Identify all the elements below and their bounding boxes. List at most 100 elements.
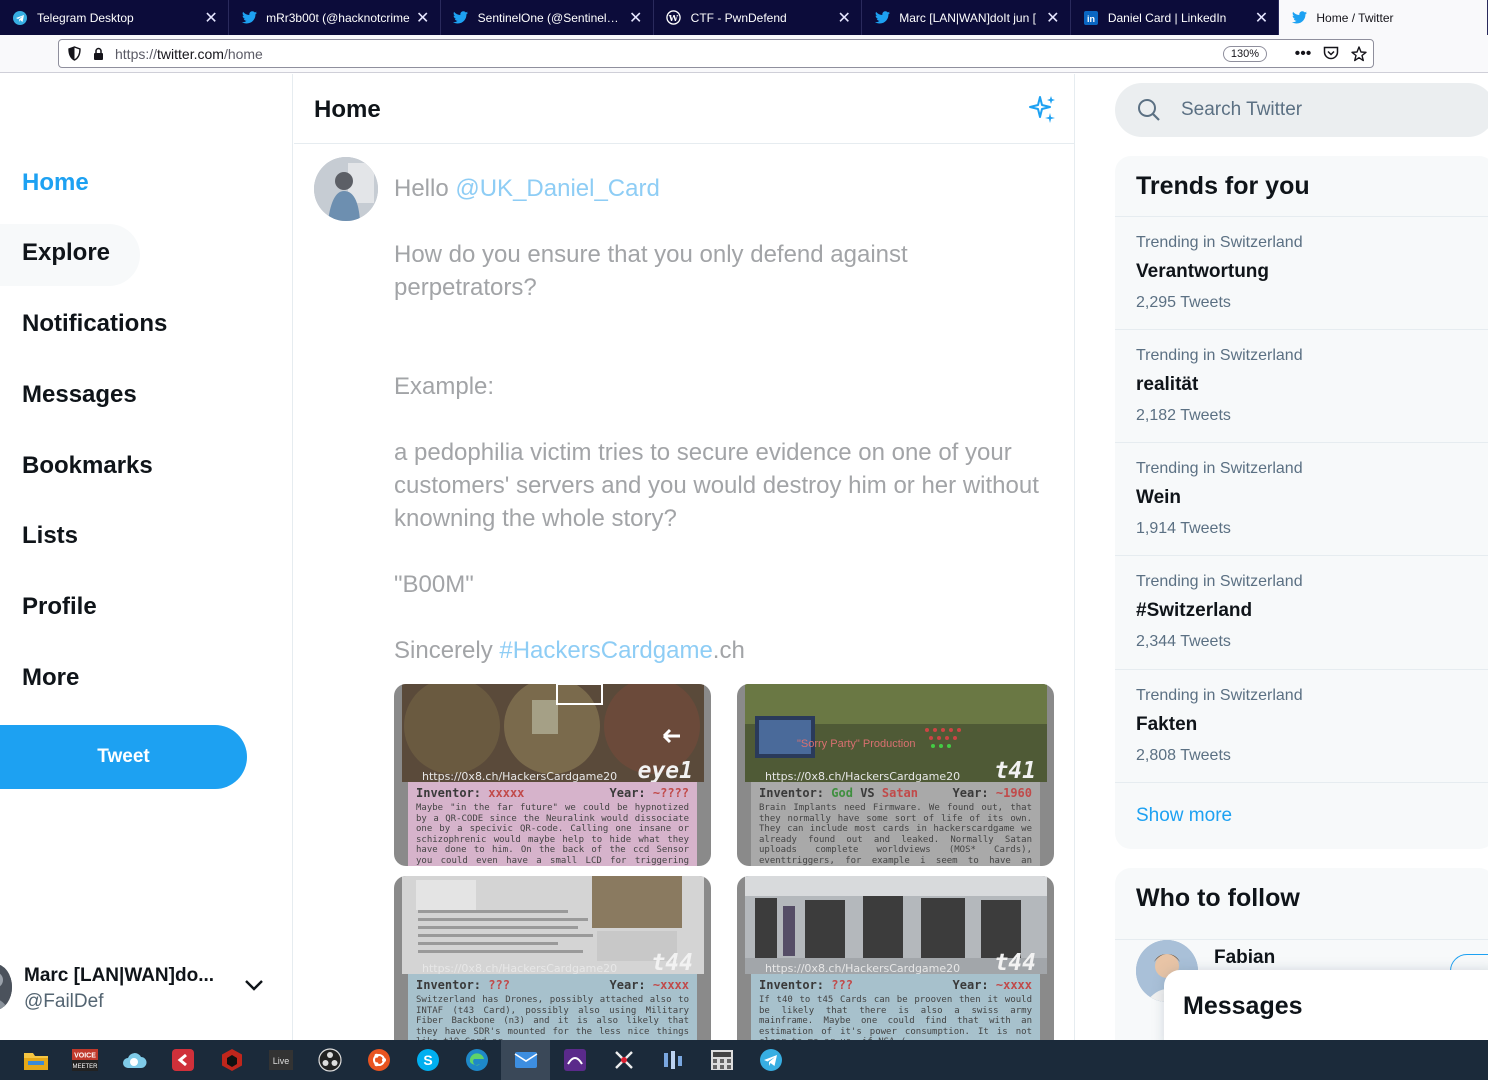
card-body: Inventor: ??? Year: ~xxxx Switzerland ha… (408, 974, 697, 1040)
svg-text:MEETER: MEETER (72, 1064, 98, 1070)
tab-marc[interactable]: Marc [LAN|WAN]doIt jun [ ✕ (862, 0, 1071, 35)
obs-icon[interactable] (305, 1040, 354, 1080)
trend-count: 1,914 Tweets (1136, 520, 1231, 537)
trend-item[interactable]: Trending in Switzerland Verantwortung 2,… (1115, 216, 1488, 329)
mail-icon[interactable] (501, 1040, 550, 1080)
live-icon[interactable]: Live (256, 1040, 305, 1080)
follow-suggestion-name: Fabian (1214, 947, 1276, 968)
inventor-label: Inventor: (416, 978, 482, 992)
tweet[interactable]: Hello @UK_Daniel_Card How do you ensure … (294, 144, 1075, 1040)
tool-icon[interactable] (648, 1040, 697, 1080)
nav-bookmarks[interactable]: Bookmarks (22, 452, 153, 480)
tab-sentinelone[interactable]: SentinelOne (@SentinelOne) ✕ (441, 0, 654, 35)
card-code: eye1 (637, 758, 693, 784)
trend-item[interactable]: Trending in Switzerland Fakten 2,808 Twe… (1115, 669, 1488, 782)
tab-strip: Telegram Desktop ✕ mRr3b00t (@hacknotcri… (0, 0, 1488, 35)
year-label: Year: (609, 978, 646, 992)
trend-item[interactable]: Trending in Switzerland #Switzerland 2,3… (1115, 555, 1488, 668)
svg-text:in: in (1087, 14, 1095, 24)
account-switcher[interactable]: Marc [LAN|WAN]do... @FailDef (0, 954, 293, 1024)
card-overlay-caption: "Sorry Party" Production (797, 738, 916, 750)
messages-drawer-title: Messages (1183, 992, 1303, 1020)
pocket-icon[interactable] (1317, 46, 1345, 61)
ubuntu-icon[interactable] (354, 1040, 403, 1080)
file-explorer-icon[interactable] (11, 1040, 60, 1080)
search-input[interactable]: Search Twitter (1115, 83, 1488, 137)
card-inventor-row: Inventor: ??? Year: ~xxxx (759, 978, 1032, 992)
avatar[interactable] (314, 157, 378, 221)
tab-title: Marc [LAN|WAN]doIt jun [ (899, 10, 1036, 25)
card-description: Brain Implants need Firmware. We found o… (759, 803, 1032, 866)
nav-messages[interactable]: Messages (22, 381, 137, 409)
page-title: Home (314, 96, 381, 123)
cloud-icon[interactable] (109, 1040, 158, 1080)
trend-name: Fakten (1136, 714, 1198, 735)
mention-link[interactable]: @UK_Daniel_Card (455, 175, 659, 202)
trend-count: 2,344 Tweets (1136, 633, 1231, 650)
trend-name: realität (1136, 374, 1199, 395)
nav-more[interactable]: More (22, 664, 79, 692)
hashtag-link[interactable]: #HackersCardgame (499, 637, 712, 664)
url-host: twitter.com (157, 45, 224, 62)
card-inventor-row: Inventor: God VS Satan Year: ~1960 (759, 786, 1032, 800)
zoom-indicator[interactable]: 130% (1222, 45, 1267, 62)
sparkle-icon[interactable] (1027, 94, 1057, 129)
media-card-t44-a[interactable]: https://0x8.ch/HackersCardgame20 t44 Inv… (394, 876, 711, 1040)
account-handle: @FailDef (24, 991, 104, 1012)
more-actions-icon[interactable]: ••• (1289, 45, 1317, 63)
close-icon[interactable]: ✕ (629, 8, 643, 28)
tweet-button[interactable]: Tweet (0, 725, 247, 789)
media-card-t41[interactable]: "Sorry Party" Production https://0x8.ch/… (737, 684, 1054, 866)
nav-notifications[interactable]: Notifications (22, 310, 167, 338)
timeline-header: Home (294, 74, 1075, 144)
close-icon[interactable]: ✕ (837, 8, 851, 28)
twitter-icon (241, 10, 257, 26)
telegram-icon[interactable] (746, 1040, 795, 1080)
voicemeeter-icon[interactable]: VOICE MEETER (60, 1040, 109, 1080)
chevron-down-icon[interactable] (244, 978, 264, 997)
nav-profile[interactable]: Profile (22, 593, 97, 621)
inventor-label: Inventor: (759, 978, 825, 992)
close-icon[interactable]: ✕ (1254, 8, 1268, 28)
media-card-eye1[interactable]: https://0x8.ch/HackersCardgame20 eye1 In… (394, 684, 711, 866)
skype-icon[interactable]: S (403, 1040, 452, 1080)
url-bar[interactable]: https://twitter.com/home 130% ••• (58, 39, 1374, 68)
tweet-sign-prefix: Sincerely (394, 637, 500, 664)
tab-pwndefend[interactable]: W CTF - PwnDefend ✕ (654, 0, 863, 35)
card-description: Switzerland has Drones, possibly attache… (416, 995, 689, 1040)
calculator-icon[interactable] (697, 1040, 746, 1080)
close-icon[interactable]: ✕ (204, 8, 218, 28)
trend-item[interactable]: Trending in Switzerland Wein 1,914 Tweet… (1115, 442, 1488, 555)
tab-linkedin[interactable]: in Daniel Card | LinkedIn ✕ (1071, 0, 1280, 35)
tracking-shield-icon[interactable] (65, 46, 83, 61)
tab-mrr3b00t[interactable]: mRr3b00t (@hacknotcrime ✕ (229, 0, 441, 35)
account-name: Marc [LAN|WAN]do... (24, 965, 215, 986)
url-path: /home (223, 45, 263, 62)
close-icon[interactable]: ✕ (416, 8, 430, 28)
tab-home-twitter[interactable]: Home / Twitter (1279, 0, 1488, 35)
nav-explore[interactable]: Explore (22, 239, 110, 267)
card-code: t44 (994, 950, 1036, 976)
tweet-sign-suffix: .ch (712, 637, 745, 664)
trend-name: Wein (1136, 487, 1182, 508)
nav-lists[interactable]: Lists (22, 522, 78, 550)
edge-icon[interactable] (452, 1040, 501, 1080)
bookmark-star-icon[interactable] (1345, 45, 1373, 62)
xmind-icon[interactable] (599, 1040, 648, 1080)
close-icon[interactable]: ✕ (1046, 8, 1060, 28)
messages-drawer[interactable]: Messages (1164, 970, 1488, 1040)
url-text[interactable]: https://twitter.com/home (115, 46, 1223, 62)
media-card-t44-b[interactable]: https://0x8.ch/HackersCardgame20 t44 Inv… (737, 876, 1054, 1040)
nav-home[interactable]: Home (22, 169, 89, 197)
ccleaner-icon[interactable] (158, 1040, 207, 1080)
app-purple-icon[interactable] (550, 1040, 599, 1080)
lock-icon[interactable] (89, 47, 107, 61)
left-navigation: Home Explore Notifications Messages Book… (0, 74, 293, 1040)
app-red-icon[interactable] (207, 1040, 256, 1080)
trend-item[interactable]: Trending in Switzerland realität 2,182 T… (1115, 329, 1488, 442)
tweet-example-label: Example: (394, 373, 495, 400)
tab-telegram[interactable]: Telegram Desktop ✕ (0, 0, 230, 35)
telegram-icon (12, 10, 28, 26)
inventor-a: God (831, 786, 853, 800)
show-more-link[interactable]: Show more (1115, 782, 1488, 849)
